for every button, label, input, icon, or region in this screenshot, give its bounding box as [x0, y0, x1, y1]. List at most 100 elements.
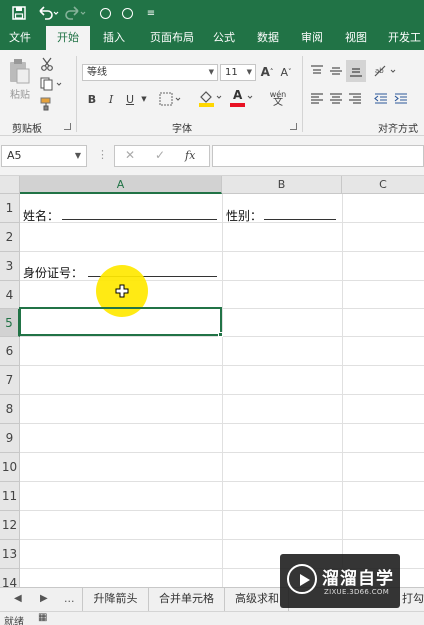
- cell-a1-label: 姓名：: [23, 209, 60, 223]
- grow-font-button[interactable]: A ˄: [258, 63, 276, 81]
- align-center-icon[interactable]: [327, 90, 345, 108]
- select-all-button[interactable]: [0, 176, 20, 194]
- decrease-indent-icon[interactable]: [372, 90, 390, 108]
- sheet-tab[interactable]: 打勾: [398, 588, 424, 611]
- clipboard-launcher-icon[interactable]: [64, 123, 71, 130]
- bold-button[interactable]: B: [84, 90, 100, 108]
- paste-icon[interactable]: [6, 56, 32, 86]
- play-logo-icon: [287, 564, 317, 594]
- row-header[interactable]: 1: [0, 194, 20, 223]
- sheet-tab[interactable]: 升降箭头: [83, 588, 149, 611]
- status-bar: 就绪 ▦: [0, 611, 424, 625]
- font-size-select[interactable]: 11 ▼: [220, 64, 256, 81]
- tab-view[interactable]: 视图: [338, 26, 374, 50]
- worksheet-grid[interactable]: A B C 1 2 3 4 5 6 7 8 9 10 11 12 13 14 姓…: [0, 176, 424, 587]
- formula-bar-grip-icon[interactable]: ⋮: [97, 148, 108, 161]
- font-color-button[interactable]: A: [228, 88, 256, 108]
- qat-circle-icon[interactable]: [120, 4, 134, 22]
- formula-bar: A5 ▼ ⋮ ✕ ✓ fx: [0, 136, 424, 176]
- format-painter-icon[interactable]: [38, 96, 56, 112]
- row-header[interactable]: 10: [0, 453, 20, 482]
- name-box-value: A5: [7, 149, 22, 162]
- gridline: [20, 510, 424, 511]
- tab-data[interactable]: 数据: [250, 26, 286, 50]
- column-header-c[interactable]: C: [342, 176, 424, 194]
- font-size-value: 11: [225, 67, 238, 78]
- ribbon-tabs: 文件 开始 插入 页面布局 公式 数据 审阅 视图 开发工具: [0, 26, 424, 68]
- tab-home[interactable]: 开始: [46, 26, 90, 50]
- sheet-tab[interactable]: 合并单元格: [149, 588, 225, 611]
- row-header[interactable]: 2: [0, 223, 20, 252]
- formula-buttons: ✕ ✓ fx: [114, 145, 210, 167]
- row-header[interactable]: 12: [0, 511, 20, 540]
- row-header[interactable]: 3: [0, 252, 20, 281]
- row-header-selected[interactable]: 5: [0, 309, 20, 337]
- column-header-a[interactable]: A: [20, 176, 222, 194]
- active-cell-a5[interactable]: [19, 307, 222, 336]
- macro-record-icon[interactable]: ▦: [38, 612, 47, 623]
- row-header[interactable]: 8: [0, 395, 20, 424]
- orientation-icon[interactable]: ab: [372, 62, 400, 80]
- font-group-label: 字体: [172, 124, 192, 135]
- row-header[interactable]: 9: [0, 424, 20, 453]
- column-header-b[interactable]: B: [222, 176, 342, 194]
- name-underline: [62, 219, 217, 220]
- font-name-select[interactable]: 等线 ▼: [82, 64, 218, 81]
- gridline: [20, 394, 424, 395]
- insert-function-button[interactable]: fx: [185, 149, 195, 162]
- enter-icon[interactable]: ✓: [155, 148, 165, 162]
- row-header[interactable]: 11: [0, 482, 20, 511]
- row-header[interactable]: 14: [0, 569, 20, 587]
- gridline: [20, 423, 424, 424]
- italic-button[interactable]: I: [103, 90, 119, 108]
- tab-review[interactable]: 审阅: [294, 26, 330, 50]
- row-header[interactable]: 6: [0, 337, 20, 366]
- gridline: [20, 452, 424, 453]
- ribbon-separator: [302, 56, 303, 132]
- cut-icon[interactable]: [38, 56, 56, 72]
- tab-page-layout[interactable]: 页面布局: [140, 26, 204, 50]
- more-sheets-button[interactable]: ...: [64, 588, 75, 611]
- clipboard-group-label: 剪贴板: [12, 124, 42, 135]
- paste-label[interactable]: 粘贴: [6, 86, 34, 101]
- name-box[interactable]: A5 ▼: [1, 145, 87, 167]
- increase-indent-icon[interactable]: [392, 90, 410, 108]
- next-sheet-icon[interactable]: ▶: [40, 588, 48, 611]
- formula-input[interactable]: [212, 145, 424, 167]
- copy-icon[interactable]: [38, 76, 66, 92]
- qat-circle-icon[interactable]: [98, 4, 112, 22]
- undo-icon[interactable]: [36, 4, 60, 22]
- prev-sheet-icon[interactable]: ◀: [14, 588, 22, 611]
- align-right-icon[interactable]: [346, 90, 364, 108]
- row-header[interactable]: 13: [0, 540, 20, 569]
- redo-icon[interactable]: [64, 4, 88, 22]
- chevron-down-icon: ▼: [74, 151, 81, 160]
- tab-developer[interactable]: 开发工具: [382, 26, 424, 68]
- bottom-align-icon[interactable]: [346, 60, 366, 82]
- chevron-down-icon[interactable]: ▼: [139, 90, 149, 108]
- fill-handle[interactable]: [218, 332, 223, 337]
- tab-file[interactable]: 文件: [0, 26, 40, 50]
- font-launcher-icon[interactable]: [290, 123, 297, 130]
- underline-button[interactable]: U: [122, 90, 138, 108]
- middle-align-icon[interactable]: [327, 62, 345, 80]
- gridline: [20, 365, 424, 366]
- tab-formulas[interactable]: 公式: [206, 26, 242, 50]
- phonetic-guide-button[interactable]: wén 文: [264, 88, 292, 108]
- row-header[interactable]: 7: [0, 366, 20, 395]
- chevron-down-icon: ▼: [246, 68, 252, 76]
- top-align-icon[interactable]: [308, 62, 326, 80]
- caret-up-icon: ˄: [269, 68, 274, 76]
- align-left-icon[interactable]: [308, 90, 326, 108]
- shrink-font-button[interactable]: A ˅: [277, 63, 295, 81]
- save-icon[interactable]: [10, 4, 28, 22]
- gridline: [20, 222, 424, 223]
- borders-icon[interactable]: [158, 90, 184, 108]
- customize-qat-icon[interactable]: ≡: [144, 4, 158, 22]
- gridline: [20, 539, 424, 540]
- fill-color-icon[interactable]: [197, 88, 225, 108]
- cancel-icon[interactable]: ✕: [125, 148, 135, 162]
- chevron-down-icon: ▼: [208, 68, 214, 76]
- tab-insert[interactable]: 插入: [94, 26, 134, 50]
- row-header[interactable]: 4: [0, 281, 20, 309]
